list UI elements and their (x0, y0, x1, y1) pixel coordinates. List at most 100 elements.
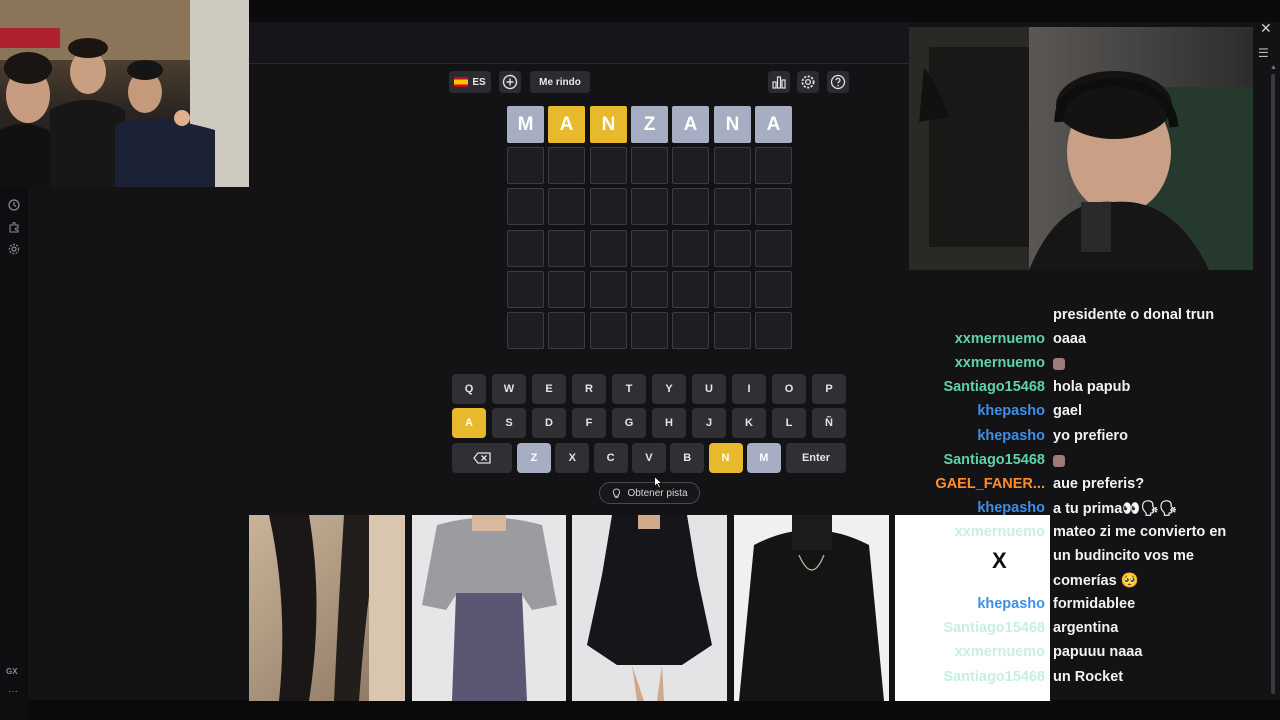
chat-message: xxmernuemo (910, 355, 1255, 377)
language-selector[interactable]: ES (449, 71, 491, 93)
browser-address-bar (249, 22, 909, 64)
language-code: ES (472, 76, 486, 88)
key-l[interactable]: L (772, 408, 806, 438)
grid-tile: A (548, 106, 585, 143)
grid-tile (714, 188, 751, 225)
close-icon[interactable]: ✕ (1260, 20, 1272, 37)
grid-tile (672, 271, 709, 308)
scroll-up-icon[interactable]: ▲ (1270, 64, 1277, 71)
chat-text: a tu prima👀🗣🗣 (1053, 501, 1178, 517)
new-game-button[interactable] (499, 71, 521, 93)
ad-image-tights[interactable] (249, 515, 405, 701)
key-c[interactable]: C (593, 443, 628, 473)
grid-tile (631, 230, 668, 267)
chat-username[interactable]: xxmernuemo (955, 355, 1045, 371)
extensions-icon[interactable] (7, 221, 21, 235)
chat-username[interactable]: Santiago15468 (943, 620, 1045, 636)
chat-username[interactable]: khepasho (977, 403, 1045, 419)
key-d[interactable]: D (532, 408, 566, 438)
key-e[interactable]: E (532, 374, 566, 404)
key-w[interactable]: W (492, 374, 526, 404)
key-j[interactable]: J (692, 408, 726, 438)
chat-username[interactable]: xxmernuemo (955, 644, 1045, 660)
spain-flag-icon (454, 77, 469, 87)
key-s[interactable]: S (492, 408, 526, 438)
chat-username[interactable]: Santiago15468 (943, 669, 1045, 685)
key-v[interactable]: V (631, 443, 666, 473)
chat-username[interactable]: khepasho (977, 596, 1045, 612)
key-f[interactable]: F (572, 408, 606, 438)
grid-tile: M (507, 106, 544, 143)
key-k[interactable]: K (732, 408, 766, 438)
enter-key[interactable]: Enter (786, 443, 846, 473)
backspace-icon (473, 452, 491, 464)
more-dots-icon[interactable]: ··· (8, 686, 18, 697)
key-i[interactable]: I (732, 374, 766, 404)
chat-text: argentina (1053, 620, 1119, 636)
key-m[interactable]: M (746, 443, 781, 473)
grid-tile (672, 188, 709, 225)
grid-tile: A (755, 106, 792, 143)
history-icon[interactable] (7, 199, 21, 213)
grid-tile (548, 230, 585, 267)
key-g[interactable]: G (612, 408, 646, 438)
surrender-button[interactable]: Me rindo (530, 71, 590, 93)
chat-text: yo prefiero (1053, 428, 1128, 444)
ad-image-black-dress[interactable] (572, 515, 727, 701)
ad-image-black-turtleneck[interactable] (734, 515, 889, 701)
key-t[interactable]: T (612, 374, 646, 404)
chat-message: khepasho gael (910, 403, 1255, 425)
chat-username[interactable]: Santiago15468 (943, 452, 1045, 468)
key-n[interactable]: N (708, 443, 743, 473)
key-h[interactable]: H (652, 408, 686, 438)
grid-tile (548, 312, 585, 349)
browser-sidebar (0, 187, 28, 720)
chat-message: comerías 🥺 (910, 572, 1255, 594)
key-ñ[interactable]: Ñ (812, 408, 846, 438)
chat-text: mateo zi me convierto en (1053, 524, 1227, 540)
grid-tile (507, 271, 544, 308)
grid-tile (714, 312, 751, 349)
hint-button[interactable]: Obtener pista (599, 482, 700, 504)
help-button[interactable] (827, 71, 849, 93)
key-q[interactable]: Q (452, 374, 486, 404)
grid-tile (672, 230, 709, 267)
stats-button[interactable] (768, 71, 790, 93)
key-p[interactable]: P (812, 374, 846, 404)
chat-text: formidablee (1053, 596, 1136, 612)
chat-username[interactable]: xxmernuemo (955, 524, 1045, 540)
scrollbar[interactable] (1271, 74, 1275, 694)
key-z[interactable]: Z (517, 443, 551, 473)
chat-username[interactable]: Santiago15468 (943, 379, 1045, 395)
chat-text: oaaa (1053, 331, 1087, 347)
chat-username[interactable]: GAEL_FANER... (935, 476, 1045, 492)
chat-username[interactable]: khepasho (977, 428, 1045, 444)
mouse-cursor-icon (654, 475, 664, 494)
settings-button[interactable] (797, 71, 819, 93)
chat-message: xxmernuemo mateo zi me convierto en (910, 524, 1255, 546)
grid-tile (631, 271, 668, 308)
menu-icon[interactable]: ☰ (1258, 46, 1269, 60)
chat-username[interactable]: xxmernuemo (955, 331, 1045, 347)
chat-username[interactable]: khepasho (977, 500, 1045, 516)
grid-tile (548, 147, 585, 184)
grid-tile (548, 271, 585, 308)
backspace-key[interactable] (452, 443, 512, 473)
chat-text: un Rocket (1053, 669, 1124, 685)
key-o[interactable]: O (772, 374, 806, 404)
key-y[interactable]: Y (652, 374, 686, 404)
key-a[interactable]: A (452, 408, 486, 438)
grid-tile (672, 147, 709, 184)
ad-image-gray-sweater[interactable] (412, 515, 566, 701)
grid-tile (755, 312, 792, 349)
grid-tile (714, 230, 751, 267)
grid-tile (755, 230, 792, 267)
webcam-streamer (909, 27, 1253, 270)
key-r[interactable]: R (572, 374, 606, 404)
key-u[interactable]: U (692, 374, 726, 404)
key-b[interactable]: B (670, 443, 705, 473)
settings-icon[interactable] (7, 243, 21, 257)
chat-message: khepasho a tu prima👀🗣🗣 (910, 500, 1255, 522)
grid-tile (714, 147, 751, 184)
key-x[interactable]: X (555, 443, 590, 473)
